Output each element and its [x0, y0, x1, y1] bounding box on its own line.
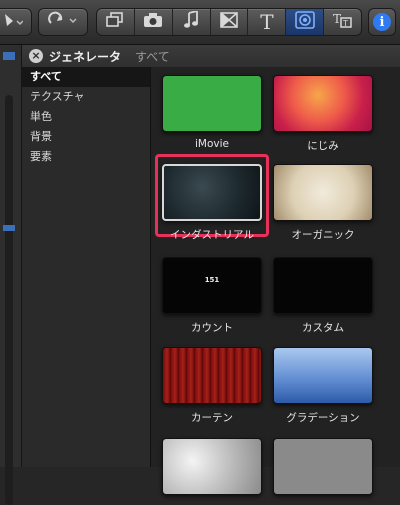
- left-edge-strip: [0, 45, 22, 505]
- thumbnail-image: [162, 164, 262, 221]
- thumbnail-image: [273, 164, 373, 221]
- tool-themes[interactable]: TT: [324, 9, 361, 35]
- svg-text:T: T: [333, 12, 341, 26]
- thumbnail-image: [273, 75, 373, 132]
- inspector-button[interactable]: i: [368, 8, 396, 36]
- generator-icon: [294, 11, 315, 33]
- tile-label: カウント: [191, 322, 233, 334]
- toolbar: T TT i: [0, 0, 400, 45]
- browser-segmented-control: T TT: [96, 8, 362, 36]
- category-sidebar: すべて テクスチャ 単色 背景 要素: [22, 67, 151, 467]
- generator-tile-blur[interactable]: にじみ: [273, 75, 373, 153]
- music-note-icon: [183, 9, 199, 33]
- tile-label: オーガニック: [291, 229, 355, 241]
- tool-generators[interactable]: [286, 9, 325, 35]
- tool-music[interactable]: [173, 9, 211, 35]
- thumbnail-image: [273, 257, 373, 314]
- tile-label: にじみ: [307, 140, 339, 152]
- tile-label: グラデーション: [286, 412, 360, 424]
- tool-transitions[interactable]: [211, 9, 249, 35]
- count-number: 151: [204, 276, 220, 284]
- sidebar-item-all[interactable]: すべて: [22, 67, 150, 87]
- close-icon[interactable]: ×: [29, 49, 43, 63]
- copy-layers-icon: [106, 12, 124, 32]
- info-icon: i: [373, 13, 391, 31]
- sidebar-item-backgrounds[interactable]: 背景: [22, 127, 150, 147]
- generator-tile-count[interactable]: 151 カウント: [162, 257, 262, 335]
- generator-tile-custom[interactable]: カスタム: [273, 257, 373, 335]
- transition-icon: [220, 12, 238, 32]
- generator-tile-industrial[interactable]: インダストリアル: [162, 164, 262, 242]
- tile-label: カスタム: [302, 322, 344, 334]
- tile-label: カーテン: [191, 412, 233, 424]
- tile-label: iMovie: [195, 138, 229, 150]
- left-scroll-marker: [3, 225, 15, 231]
- thumbnail-image: 151: [162, 257, 262, 314]
- tool-copy-layers[interactable]: [97, 9, 135, 35]
- svg-text:T: T: [342, 19, 348, 28]
- themes-icon: TT: [333, 11, 353, 33]
- panel-title: ジェネレータ: [49, 49, 122, 64]
- breadcrumb: すべて: [135, 49, 170, 64]
- pointer-tool-icon: [3, 12, 24, 32]
- sidebar-item-textures[interactable]: テクスチャ: [22, 87, 150, 107]
- generator-tile-curtain[interactable]: カーテン: [162, 347, 262, 425]
- text-icon: T: [260, 10, 274, 34]
- generator-tile-organic[interactable]: オーガニック: [273, 164, 373, 242]
- camera-icon: [143, 12, 163, 32]
- tile-label: インダストリアル: [170, 229, 254, 241]
- tool-photos[interactable]: [135, 9, 173, 35]
- generator-tile-imovie[interactable]: iMovie: [162, 75, 262, 150]
- browser-header: × ジェネレータ すべて: [22, 45, 400, 68]
- thumbnail-image: [162, 75, 262, 132]
- left-scroll-marker: [3, 52, 15, 60]
- thumbnail-image: [273, 347, 373, 404]
- generator-tile-gradient[interactable]: グラデーション: [273, 347, 373, 425]
- generator-grid: iMovie にじみ インダストリアル オーガニック 151 カウント カスタム…: [151, 67, 400, 495]
- left-scrollbar[interactable]: [5, 95, 13, 505]
- sidebar-item-elements[interactable]: 要素: [22, 147, 150, 167]
- rotate-icon: [45, 11, 81, 33]
- tool-dropdown-button[interactable]: [0, 8, 32, 36]
- sidebar-item-solids[interactable]: 単色: [22, 107, 150, 127]
- thumbnail-image: [162, 347, 262, 404]
- tool-titles[interactable]: T: [248, 9, 287, 35]
- rotate-dropdown-button[interactable]: [38, 8, 88, 36]
